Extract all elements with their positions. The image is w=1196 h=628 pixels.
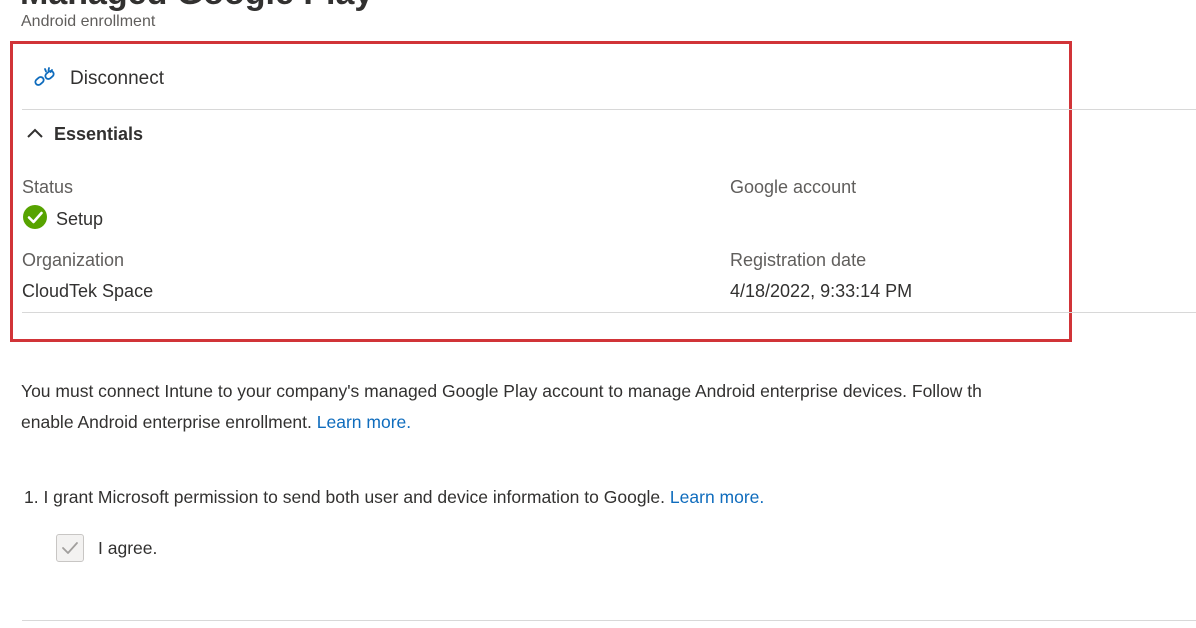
step-1-text: 1. I grant Microsoft permission to send … [24,487,666,507]
essentials-toggle[interactable]: Essentials [26,124,143,145]
page-title: Managed Google Play [20,0,373,13]
page-subtitle: Android enrollment [21,13,156,30]
description-line-2-text: enable Android enterprise enrollment. [21,412,312,432]
organization-value: CloudTek Space [22,281,154,301]
disconnect-button[interactable]: Disconnect [32,66,164,92]
registration-date-label: Registration date [730,250,867,270]
agree-checkbox[interactable] [56,534,84,562]
bottom-divider [22,620,1196,621]
link-disconnect-icon [32,66,58,92]
page: Managed Google Play Android enrollment D… [0,0,1196,628]
agree-row: I agree. [56,534,157,562]
agree-label: I agree. [98,537,158,558]
description-text: You must connect Intune to your company'… [21,376,1196,438]
essentials-label: Essentials [54,124,144,144]
check-circle-icon [22,204,48,235]
essentials-divider [22,312,1196,313]
description-line-1: You must connect Intune to your company'… [21,381,982,401]
status-value: Setup [22,204,103,235]
highlight-box [10,41,1072,342]
command-bar-divider [22,109,1196,110]
google-account-label: Google account [730,177,857,197]
status-label: Status [22,177,74,197]
checkmark-icon [62,542,78,554]
description-line-2: enable Android enterprise enrollment. Le… [21,407,1196,438]
registration-date-value: 4/18/2022, 9:33:14 PM [730,281,913,301]
description-learn-more-link[interactable]: Learn more. [317,412,411,432]
organization-label: Organization [22,250,125,270]
chevron-up-icon [26,126,44,144]
status-text: Setup [56,209,104,229]
step-1-learn-more-link[interactable]: Learn more. [670,487,764,507]
step-1: 1. I grant Microsoft permission to send … [24,487,764,508]
disconnect-label: Disconnect [70,68,164,89]
